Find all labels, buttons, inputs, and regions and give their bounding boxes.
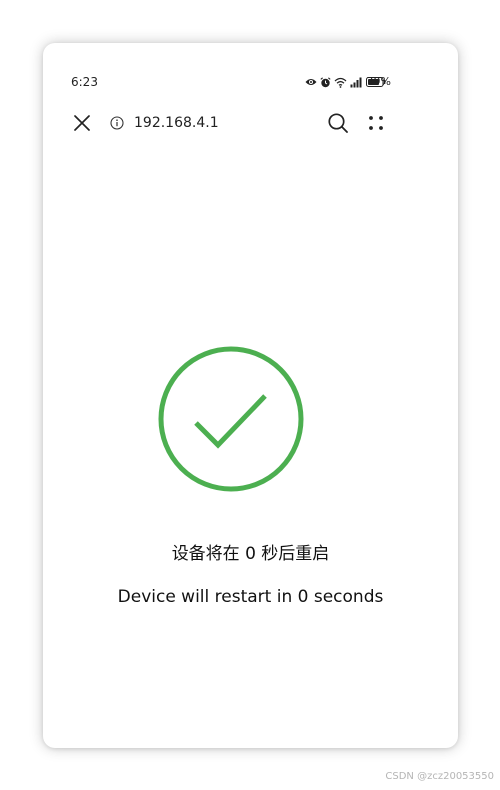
eye-icon [305, 77, 317, 87]
info-icon[interactable] [110, 116, 124, 130]
page: 6:23 79% 192.168.4.1 设备将在 0 秒后重启 Device … [0, 0, 500, 790]
browser-toolbar: 192.168.4.1 [43, 107, 458, 139]
alarm-icon [320, 76, 331, 88]
close-icon [74, 115, 90, 131]
status-bar: 6:23 79% [43, 43, 458, 89]
restart-message-chinese: 设备将在 0 秒后重启 [171, 544, 330, 564]
watermark-text: CSDN @zcz20053550 [385, 771, 494, 782]
more-options-button[interactable] [365, 112, 387, 134]
more-dots-icon [369, 116, 383, 130]
search-icon [328, 113, 348, 133]
status-time: 6:23 [71, 75, 98, 89]
close-button[interactable] [71, 112, 93, 134]
address-bar-url[interactable]: 192.168.4.1 [134, 113, 219, 133]
signal-icon [350, 77, 363, 88]
wifi-icon [334, 77, 347, 88]
battery-percent: 79% [366, 75, 391, 88]
search-button[interactable] [326, 111, 350, 135]
phone-screen: 6:23 79% 192.168.4.1 设备将在 0 秒后重启 Device … [43, 43, 458, 748]
restart-message-english: Device will restart in 0 seconds [117, 587, 384, 607]
success-check-icon [158, 346, 304, 492]
